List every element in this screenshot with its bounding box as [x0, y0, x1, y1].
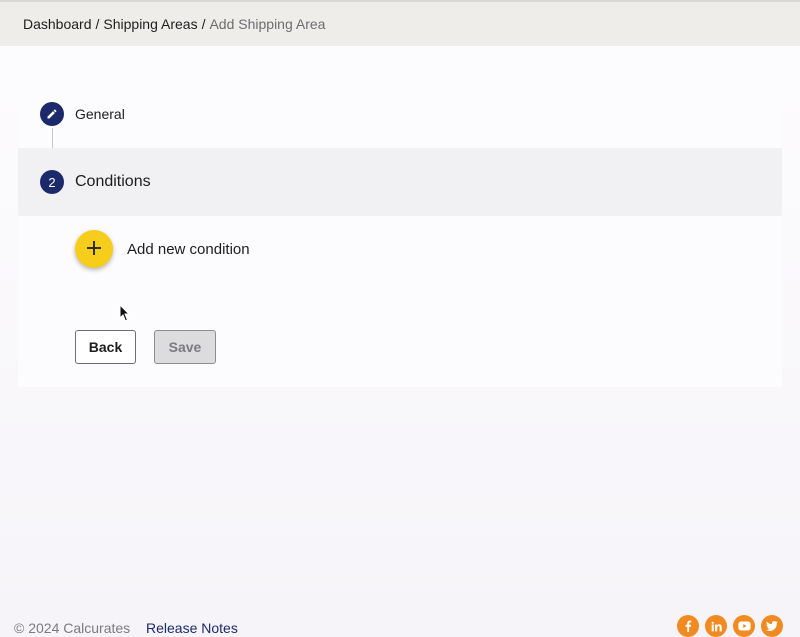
copyright-text: © 2024 Calcurates: [14, 620, 131, 636]
breadcrumb-separator: /: [201, 16, 206, 32]
release-notes-link[interactable]: Release Notes: [146, 620, 238, 636]
step-conditions-label: Conditions: [75, 173, 151, 190]
linkedin-icon[interactable]: [705, 615, 727, 637]
breadcrumb: Dashboard / Shipping Areas / Add Shippin…: [0, 0, 800, 46]
breadcrumb-dashboard[interactable]: Dashboard: [23, 16, 92, 32]
step-conditions[interactable]: 2 Conditions: [18, 148, 782, 216]
back-button[interactable]: Back: [75, 330, 136, 364]
mouse-cursor-icon: [119, 304, 131, 322]
step-general[interactable]: General: [18, 80, 782, 147]
plus-icon: [86, 237, 102, 261]
breadcrumb-current: Add Shipping Area: [209, 16, 326, 32]
add-condition-label[interactable]: Add new condition: [127, 241, 250, 258]
stepper-card: General 2 Conditions Add new condition B…: [18, 80, 782, 387]
youtube-icon[interactable]: [733, 615, 755, 637]
breadcrumb-separator: /: [95, 16, 100, 32]
add-condition-button[interactable]: [75, 230, 113, 268]
save-button[interactable]: Save: [154, 330, 216, 364]
social-links: [677, 615, 783, 637]
add-condition-row[interactable]: Add new condition: [75, 230, 250, 268]
step-number: 2: [40, 170, 64, 194]
footer: © 2024 Calcurates Release Notes: [0, 610, 800, 637]
pencil-icon: [40, 102, 64, 126]
facebook-icon[interactable]: [677, 615, 699, 637]
twitter-icon[interactable]: [761, 615, 783, 637]
step-general-label: General: [75, 106, 125, 122]
breadcrumb-shipping-areas[interactable]: Shipping Areas: [103, 16, 197, 32]
